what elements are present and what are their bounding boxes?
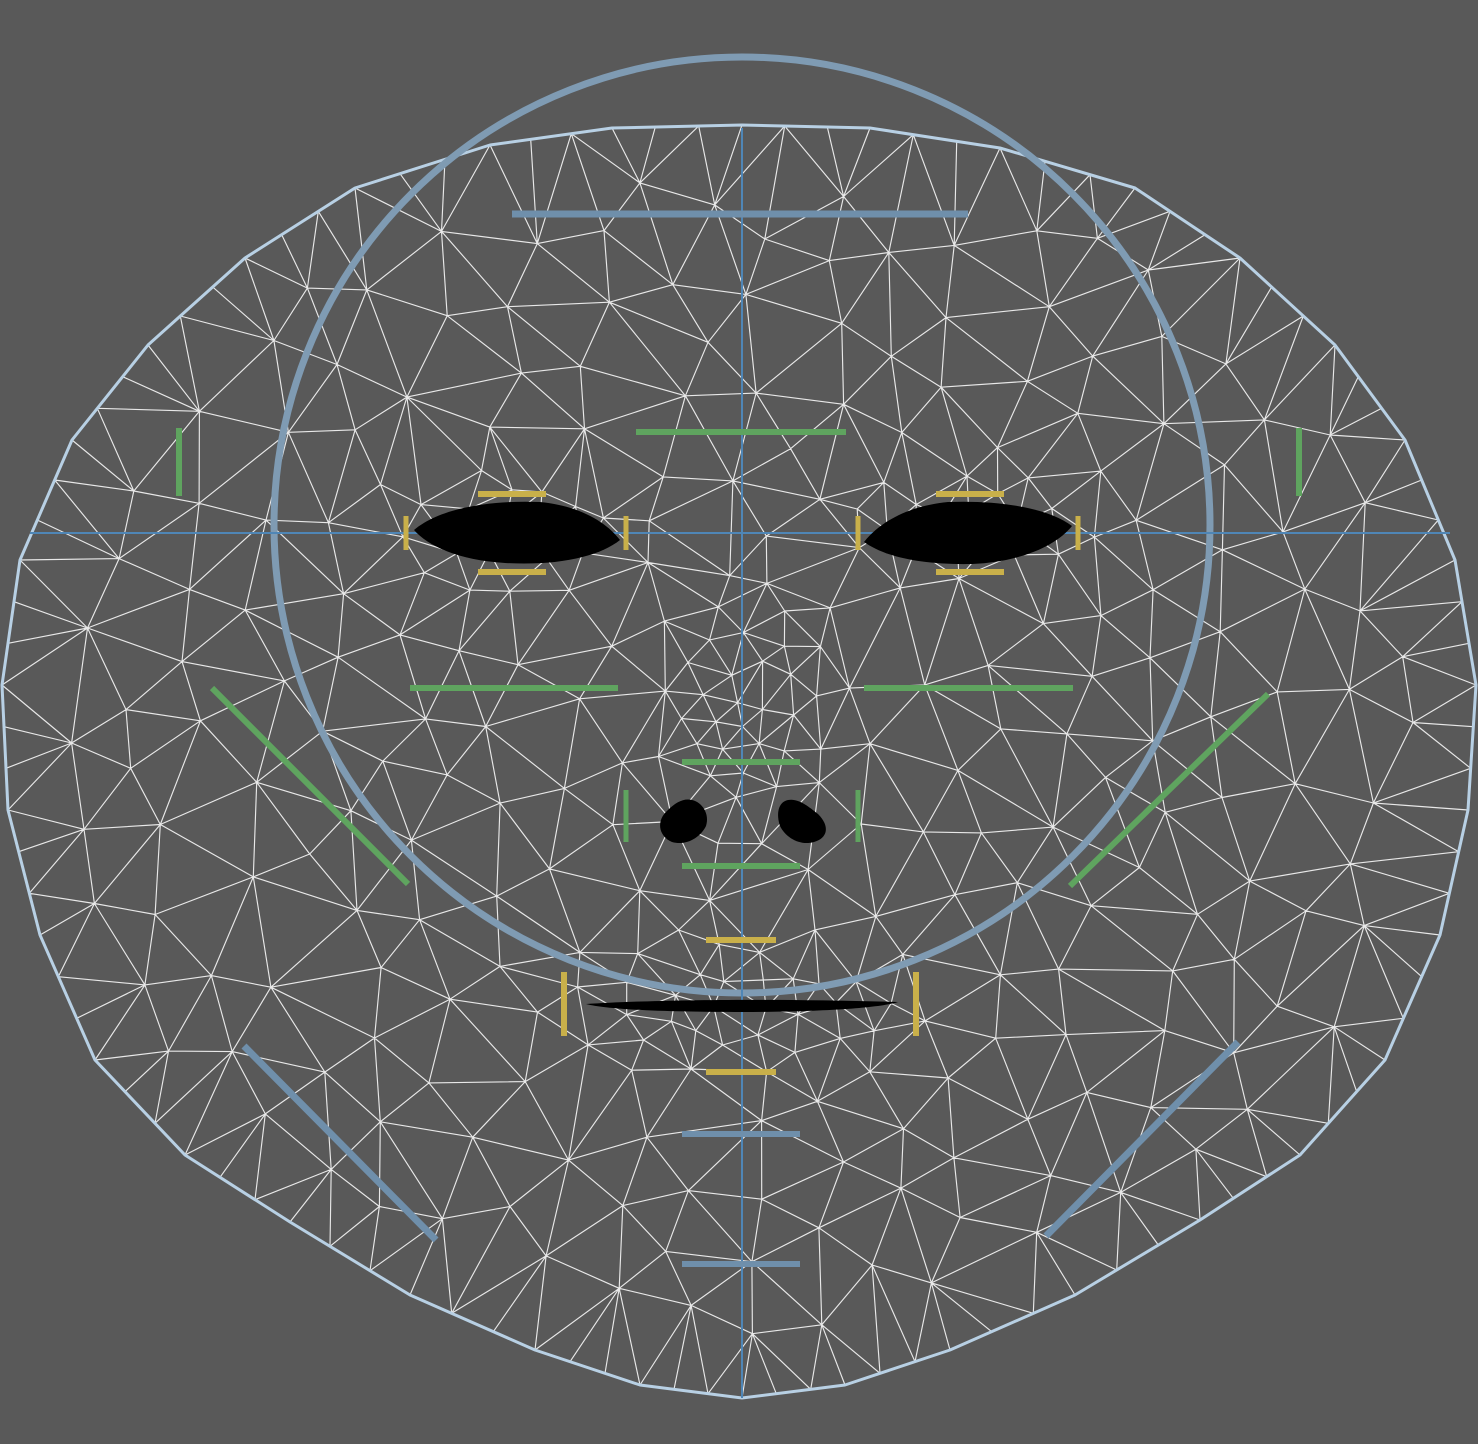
face-mesh-diagram: [0, 0, 1478, 1444]
face-mesh-viewport: [0, 0, 1478, 1444]
